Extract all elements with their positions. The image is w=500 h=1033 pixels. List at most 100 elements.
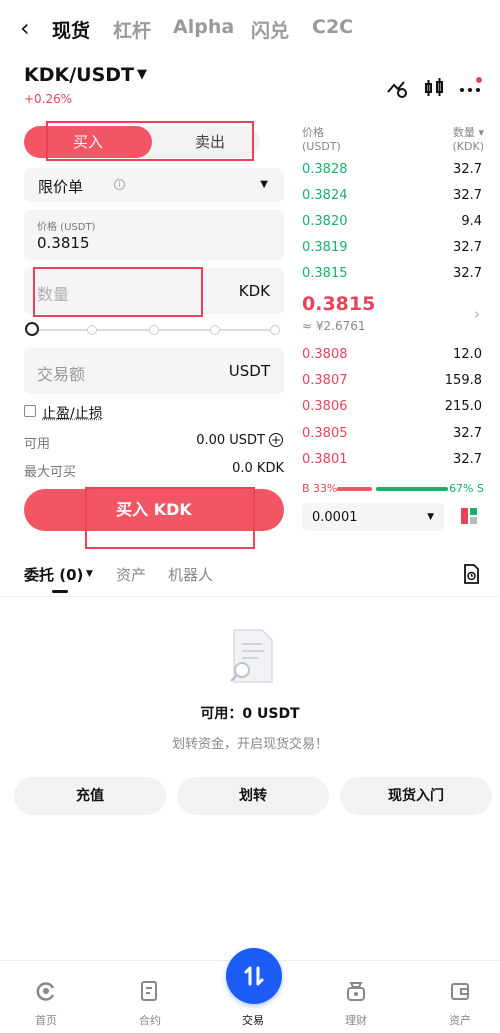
tab-open-orders[interactable]: 委托 (0) — [24, 564, 83, 585]
bid-qty: 32.7 — [453, 426, 482, 441]
swap-arrows-icon — [244, 966, 264, 986]
price-header-unit: (USDT) — [302, 140, 341, 153]
tab-alpha[interactable]: Alpha — [173, 16, 234, 38]
amount-placeholder: 交易额 — [37, 365, 86, 384]
ask-price: 0.3815 — [302, 266, 348, 281]
ask-row[interactable]: 0.3815 32.7 — [302, 266, 482, 292]
tab-spot[interactable]: 现货 — [52, 16, 90, 43]
buy-submit-button[interactable]: 买入 KDK — [24, 489, 284, 531]
quantity-input[interactable]: 数量 KDK — [24, 268, 284, 314]
tab-indicator — [52, 590, 68, 593]
ask-price: 0.3828 — [302, 162, 348, 177]
price-header-label: 价格 — [302, 126, 324, 139]
candlestick-chart-icon[interactable] — [422, 76, 446, 100]
bid-qty: 215.0 — [444, 399, 482, 414]
price-alert-icon[interactable] — [385, 76, 409, 100]
trade-fab[interactable] — [226, 948, 282, 1004]
ask-qty: 9.4 — [461, 214, 482, 229]
bid-row[interactable]: 0.3801 32.7 — [302, 452, 482, 478]
orders-filter-icon[interactable]: ▼ — [86, 569, 93, 579]
price-input[interactable]: 价格 (USDT) 0.3815 — [24, 210, 284, 260]
ask-row[interactable]: 0.3828 32.7 — [302, 162, 482, 188]
slider-step-75[interactable] — [210, 325, 220, 335]
empty-hint: 划转资金，开启现货交易！ — [171, 737, 328, 752]
back-icon[interactable]: ‹ — [20, 14, 30, 42]
bid-row[interactable]: 0.3806 215.0 — [302, 399, 482, 425]
trading-pair[interactable]: KDK/USDT — [24, 64, 134, 86]
tab-c2c[interactable]: C2C — [312, 16, 353, 38]
bid-qty: 32.7 — [453, 452, 482, 467]
pair-dropdown-icon[interactable]: ▼ — [137, 67, 147, 82]
top-tab-bar: ‹ 现货 杠杆 Alpha 闪兑 C2C — [0, 0, 500, 58]
ask-qty: 32.7 — [453, 162, 482, 177]
orderbook-qty-header[interactable]: 数量 ▾ (KDK) — [453, 126, 484, 154]
bid-row[interactable]: 0.3808 12.0 — [302, 347, 482, 373]
order-history-icon[interactable] — [462, 564, 480, 584]
bid-qty: 12.0 — [453, 347, 482, 362]
buy-ratio-bar — [337, 487, 372, 491]
add-funds-icon[interactable]: + — [269, 433, 283, 447]
depth-precision-select[interactable]: 0.0001 ▼ — [302, 503, 444, 531]
slider-step-100[interactable] — [270, 325, 280, 335]
price-label: 价格 (USDT) — [37, 222, 96, 233]
order-type-select[interactable]: 限价单 i ▼ — [24, 168, 284, 202]
tab-margin[interactable]: 杠杆 — [113, 16, 151, 43]
bid-row[interactable]: 0.3805 32.7 — [302, 426, 482, 452]
bid-row[interactable]: 0.3807 159.8 — [302, 373, 482, 399]
home-icon — [36, 982, 55, 1001]
ask-qty: 32.7 — [453, 240, 482, 255]
spot-guide-button[interactable]: 现货入门 — [340, 777, 492, 815]
quantity-placeholder: 数量 — [37, 285, 70, 304]
amount-input[interactable]: 交易额 USDT — [24, 348, 284, 394]
nav-assets[interactable]: 资产 — [430, 1012, 490, 1028]
finance-icon — [347, 982, 365, 1001]
tab-bots[interactable]: 机器人 — [168, 564, 213, 585]
quantity-unit: KDK — [238, 282, 270, 300]
bid-price: 0.3807 — [302, 373, 348, 388]
sell-toggle[interactable]: 卖出 — [160, 126, 260, 158]
divider — [0, 596, 500, 597]
transfer-button[interactable]: 划转 — [177, 777, 329, 815]
contract-icon — [141, 981, 157, 1001]
slider-thumb[interactable] — [25, 322, 39, 336]
orderbook-layout-icon[interactable] — [460, 507, 478, 525]
price-value[interactable]: 0.3815 — [37, 234, 90, 252]
chevron-down-icon: ▼ — [260, 179, 268, 190]
sell-ratio: 67% S — [449, 482, 484, 495]
more-icon[interactable] — [458, 76, 482, 100]
deposit-button[interactable]: 充值 — [14, 777, 166, 815]
slider-step-50[interactable] — [149, 325, 159, 335]
slider-step-25[interactable] — [87, 325, 97, 335]
nav-futures[interactable]: 合约 — [120, 1012, 180, 1028]
bid-price: 0.3808 — [302, 347, 348, 362]
bid-qty: 159.8 — [444, 373, 482, 388]
max-buy-label: 最大可买 — [24, 465, 77, 480]
info-icon[interactable]: i — [114, 179, 125, 190]
ask-row[interactable]: 0.3820 9.4 — [302, 214, 482, 240]
last-price[interactable]: 0.3815 — [302, 293, 375, 315]
wallet-icon — [451, 983, 469, 1000]
tab-assets[interactable]: 资产 — [116, 564, 146, 585]
ask-row[interactable]: 0.3819 32.7 — [302, 240, 482, 266]
tpsl-label[interactable]: 止盈/止损 — [42, 403, 103, 423]
chevron-right-icon[interactable]: › — [474, 305, 480, 323]
amount-unit: USDT — [228, 362, 270, 380]
available-value: 0.00 USDT — [196, 433, 265, 448]
nav-trade[interactable]: 交易 — [223, 1012, 283, 1028]
orderbook-price-header: 价格 (USDT) — [302, 126, 341, 154]
buy-toggle[interactable]: 买入 — [24, 126, 152, 158]
depth-value: 0.0001 — [312, 510, 358, 525]
nav-home[interactable]: 首页 — [16, 1012, 76, 1028]
nav-earn[interactable]: 理财 — [326, 1012, 386, 1028]
ask-price: 0.3819 — [302, 240, 348, 255]
chevron-down-icon: ▼ — [427, 512, 434, 522]
empty-document-icon — [230, 629, 273, 683]
ask-row[interactable]: 0.3824 32.7 — [302, 188, 482, 214]
tpsl-checkbox[interactable] — [24, 405, 36, 417]
bid-price: 0.3805 — [302, 426, 348, 441]
max-buy-value: 0.0 KDK — [232, 461, 284, 476]
tab-convert[interactable]: 闪兑 — [251, 16, 289, 43]
bid-price: 0.3801 — [302, 452, 348, 467]
last-price-fiat: ≈ ¥2.6761 — [302, 319, 366, 333]
buy-ratio: B 33% — [302, 482, 338, 495]
